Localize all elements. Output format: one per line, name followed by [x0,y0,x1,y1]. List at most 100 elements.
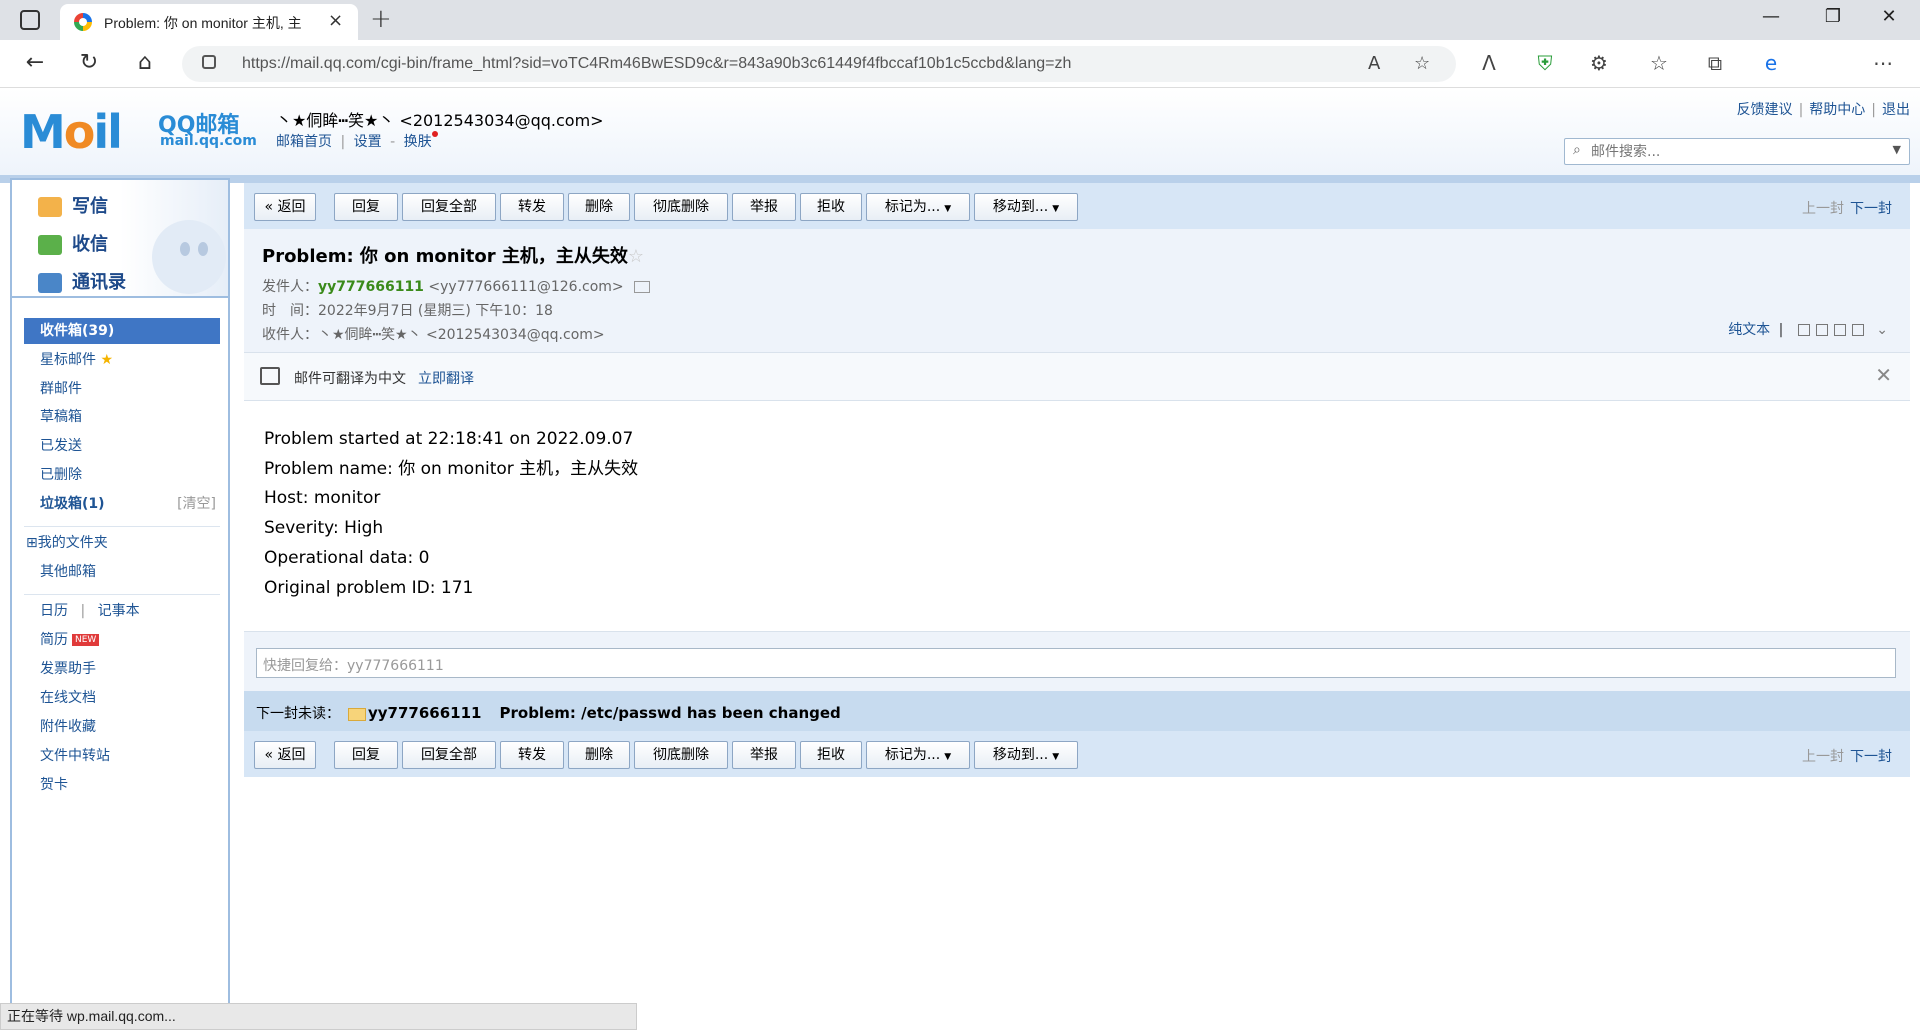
translate-note: 邮件可翻译为中文 立即翻译 [294,371,474,387]
forward-button[interactable]: 转发 [500,193,564,221]
chevron-down-icon[interactable]: ▼ [1893,143,1901,156]
settings-link[interactable]: 设置 [354,134,382,150]
quick-reply-input[interactable]: 快捷回复给：yy777666111 [256,648,1896,678]
next-unread-subject[interactable]: Problem: /etc/passwd has been changed [500,704,841,722]
star-icon: ★ [100,352,114,368]
tab-close-icon[interactable]: × [328,10,343,31]
favorites-icon[interactable]: ☆ [1644,51,1674,75]
next-unread[interactable]: 下一封未读： yy777666111 Problem: /etc/passwd ha… [256,703,841,723]
shield-icon[interactable]: ⛨ [1530,51,1560,75]
prev-mail-link[interactable]: 上一封 [1802,749,1844,765]
translate-now-link[interactable]: 立即翻译 [418,371,474,387]
move-to-dropdown[interactable]: 移动到... ▼ [974,193,1078,221]
sidebar-item-deleted[interactable]: 已删除 [24,462,220,488]
new-window-icon[interactable] [1797,324,1810,336]
report-button[interactable]: 举报 [732,741,796,769]
delete-button[interactable]: 删除 [568,193,630,221]
logout-link[interactable]: 退出 [1882,102,1910,118]
sidebar-item-inbox[interactable]: 收件箱(39) [24,318,220,344]
tab-actions-icon[interactable] [20,10,40,30]
new-badge: NEW [72,634,100,646]
sidebar-item-drafts[interactable]: 草稿箱 [24,404,220,430]
reply-all-button[interactable]: 回复全部 [402,741,496,769]
feedback-link[interactable]: 反馈建议 [1737,102,1793,118]
star-outline-icon[interactable]: ☆ [628,246,644,267]
next-mail-link[interactable]: 下一封 [1850,201,1892,217]
extension-a-icon[interactable]: Λ [1474,51,1504,75]
home-icon[interactable]: ⌂ [130,50,160,75]
delete-permanently-button[interactable]: 彻底删除 [634,193,728,221]
url-text[interactable]: https://mail.qq.com/cgi-bin/frame_html?s… [242,55,1071,73]
mail-home-link[interactable]: 邮箱首页 [276,134,332,150]
back-button[interactable]: « 返回 [254,193,316,221]
calendar-link[interactable]: 日历 [40,603,68,619]
account-name: 丶★侗眸┅笑★丶 <2012543034@qq.com> [276,111,604,130]
sidebar-item-starred[interactable]: 星标邮件 ★ [24,347,220,373]
plain-text-link[interactable]: 纯文本 [1728,322,1770,338]
qqmail-logo[interactable]: Moil [20,105,123,159]
minimize-icon[interactable]: — [1748,6,1794,27]
delete-permanently-button[interactable]: 彻底删除 [634,741,728,769]
maximize-icon[interactable]: ❐ [1810,6,1856,27]
next-mail-link[interactable]: 下一封 [1850,749,1892,765]
extensions-icon[interactable]: ⚙ [1584,51,1614,75]
report-button[interactable]: 举报 [732,193,796,221]
sidebar-item-spam[interactable]: 垃圾箱(1) [清空] [24,491,220,517]
sidebar-item-transfer[interactable]: 文件中转站 [24,743,220,769]
move-to-dropdown[interactable]: 移动到... ▼ [974,741,1078,769]
sidebar-item-my-folders[interactable]: ⊞我的文件夹 [24,530,220,556]
reject-button[interactable]: 拒收 [800,193,862,221]
search-input[interactable] [1591,142,1881,162]
translate-bar: 邮件可翻译为中文 立即翻译 ✕ [244,353,1910,401]
expand-icon[interactable]: ⌄ [1876,322,1888,338]
read-aloud-icon[interactable]: A [1368,53,1380,74]
sidebar-item-sent[interactable]: 已发送 [24,433,220,459]
reply-button[interactable]: 回复 [334,193,398,221]
sidebar-item-other-mail[interactable]: 其他邮箱 [24,559,220,585]
contacts-button[interactable]: 通讯录 [38,268,126,294]
copy-icon[interactable] [1815,324,1828,336]
sidebar-item-resume[interactable]: 简历 NEW [24,627,220,653]
next-unread-sender[interactable]: yy777666111 [368,704,482,722]
save-icon[interactable] [1833,324,1846,336]
new-tab-icon[interactable]: + [370,4,392,34]
help-link[interactable]: 帮助中心 [1809,102,1865,118]
edge-icon[interactable]: e [1756,51,1786,75]
close-icon[interactable]: ✕ [1875,363,1892,387]
reply-button[interactable]: 回复 [334,741,398,769]
back-arrow-icon[interactable]: ← [20,50,50,75]
url-field[interactable]: https://mail.qq.com/cgi-bin/frame_html?s… [182,46,1456,82]
sidebar-item-attachments[interactable]: 附件收藏 [24,714,220,740]
more-menu-icon[interactable]: ⋯ [1868,51,1898,75]
browser-status-bar: 正在等待 wp.mail.qq.com... [0,1003,637,1030]
reload-icon[interactable]: ↻ [74,50,104,75]
mark-as-dropdown[interactable]: 标记为... ▼ [866,193,970,221]
browser-tabbar: Problem: 你 on monitor 主机, 主 × + — ❐ ✕ [0,0,1920,40]
mail-toolbar-bottom: « 返回 回复 回复全部 转发 删除 彻底删除 举报 拒收 标记为... ▼ 移动… [244,731,1910,777]
sidebar-item-group[interactable]: 群邮件 [24,376,220,402]
print-icon[interactable] [1851,324,1864,336]
sidebar-item-invoice[interactable]: 发票助手 [24,656,220,682]
mark-as-dropdown[interactable]: 标记为... ▼ [866,741,970,769]
skin-link[interactable]: 换肤 [404,134,432,150]
notepad-link[interactable]: 记事本 [98,603,140,619]
close-window-icon[interactable]: ✕ [1866,6,1912,27]
forward-button[interactable]: 转发 [500,741,564,769]
compose-button[interactable]: 写信 [38,192,108,218]
collections-icon[interactable]: ⧉ [1700,51,1730,75]
delete-button[interactable]: 删除 [568,741,630,769]
favorite-add-icon[interactable]: ☆ [1414,53,1430,74]
reject-button[interactable]: 拒收 [800,741,862,769]
body-line: Problem started at 22:18:41 on 2022.09.0… [264,429,634,449]
prev-mail-link[interactable]: 上一封 [1802,201,1844,217]
sidebar-item-cards[interactable]: 贺卡 [24,772,220,798]
empty-spam-link[interactable]: [清空] [177,491,216,517]
sidebar-item-docs[interactable]: 在线文档 [24,685,220,711]
browser-tab[interactable]: Problem: 你 on monitor 主机, 主 × [60,4,358,40]
back-button[interactable]: « 返回 [254,741,316,769]
sender-name[interactable]: yy777666111 [318,279,424,295]
mail-search[interactable]: ⌕ ▼ [1564,138,1910,165]
contact-card-icon[interactable] [633,281,650,293]
reply-all-button[interactable]: 回复全部 [402,193,496,221]
receive-button[interactable]: 收信 [38,230,108,256]
